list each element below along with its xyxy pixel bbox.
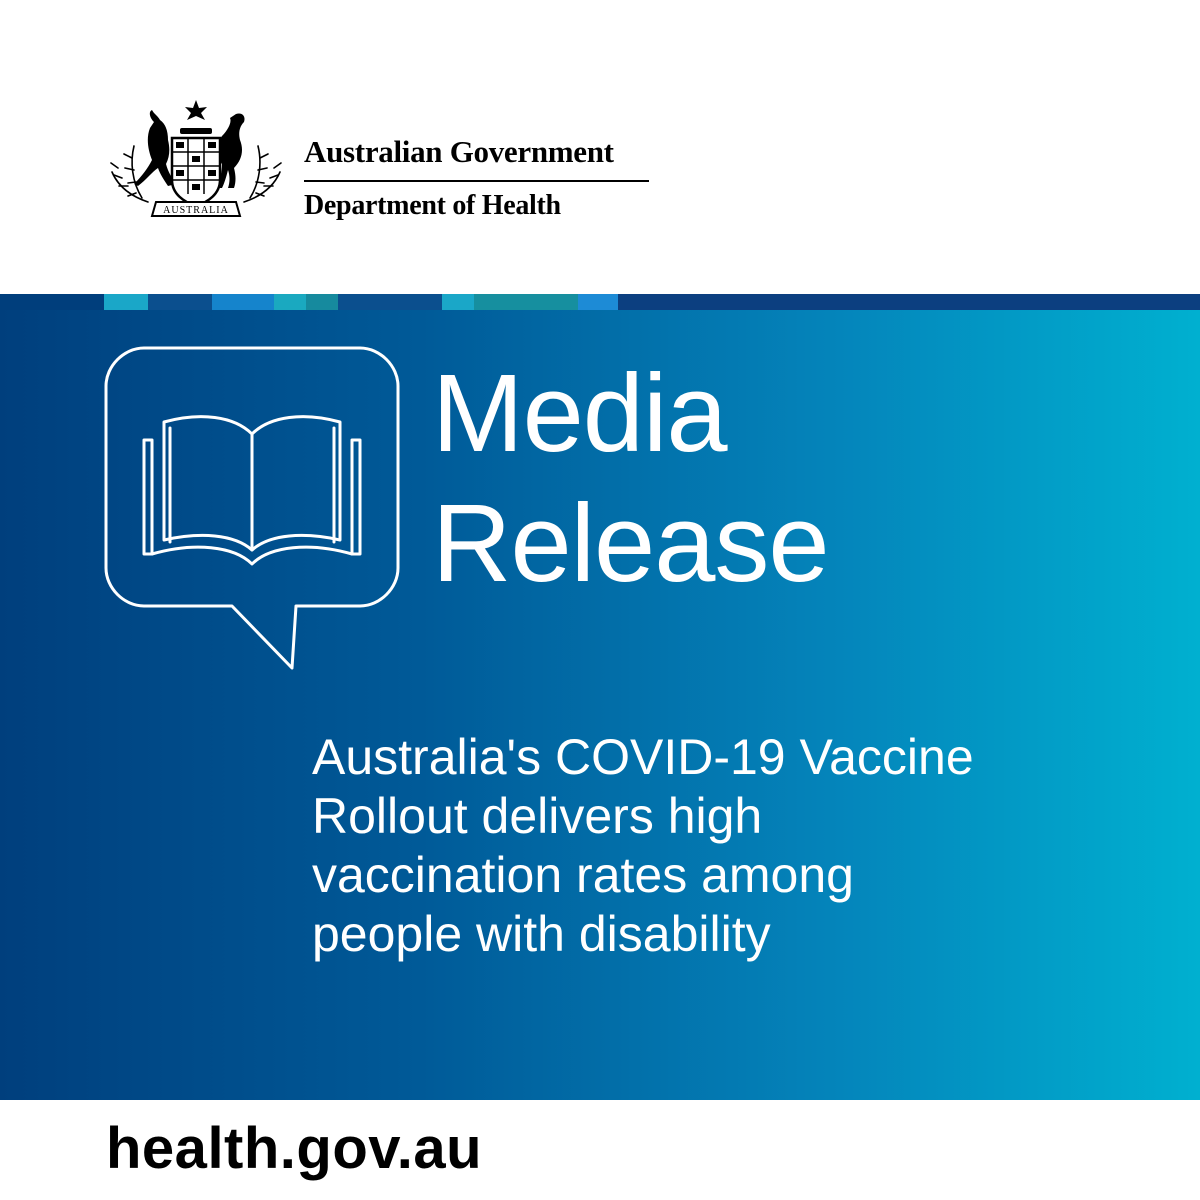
crest-scroll-text: AUSTRALIA: [163, 205, 229, 216]
footer: health.gov.au: [0, 1100, 1200, 1200]
media-release-card: AUSTRALIA Australian Government Departme…: [0, 0, 1200, 1200]
header: AUSTRALIA Australian Government Departme…: [0, 0, 1200, 294]
headline-line: Australia's COVID-19 Vaccine: [312, 729, 974, 785]
accent-stripe: [0, 294, 1200, 310]
government-name: Australian Government: [304, 134, 614, 169]
headline-line: Rollout delivers high: [312, 788, 763, 844]
release-headline: Australia's COVID-19 Vaccine Rollout del…: [312, 728, 1172, 964]
headline-line: people with disability: [312, 906, 771, 962]
government-wordmark: Australian Government Department of Heal…: [304, 132, 650, 224]
department-name: Department of Health: [304, 190, 561, 221]
wordmark-divider: [304, 180, 649, 182]
release-title-line-2: Release: [432, 482, 830, 605]
speech-bubble-icon: [104, 346, 400, 670]
headline-line: vaccination rates among: [312, 847, 854, 903]
open-book-icon: [142, 415, 362, 566]
release-title-line-1: Media: [432, 352, 728, 475]
website-link[interactable]: health.gov.au: [106, 1114, 482, 1184]
coat-of-arms-icon: AUSTRALIA: [110, 100, 282, 217]
media-release-banner: Media Release Australia's COVID-19 Vacci…: [0, 294, 1200, 1100]
